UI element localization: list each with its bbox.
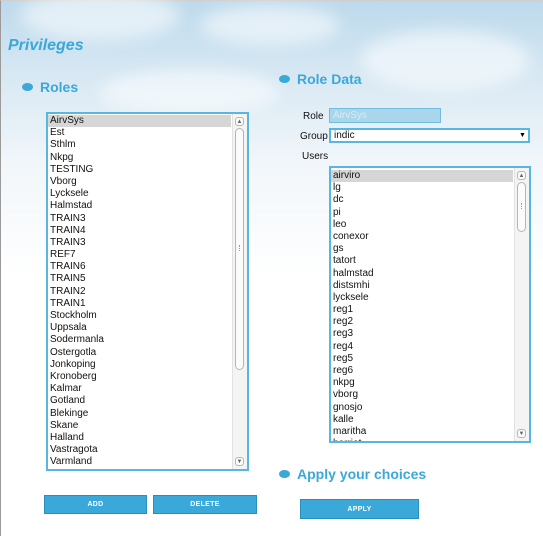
role-list-item[interactable]: TRAIN2 xyxy=(48,286,231,298)
users-scrollbar[interactable]: ▲ ▼ xyxy=(514,168,529,441)
role-list-item[interactable]: Skane xyxy=(48,420,231,432)
role-list-item[interactable]: TRAIN1 xyxy=(48,298,231,310)
user-list-item[interactable]: maritha xyxy=(331,426,513,438)
scroll-up-arrow-icon[interactable]: ▲ xyxy=(235,117,244,126)
role-list-item[interactable]: Vastragota xyxy=(48,444,231,456)
grip-icon xyxy=(239,245,241,251)
dropdown-arrow-icon[interactable]: ▼ xyxy=(518,131,527,140)
users-list: airviro lg dc pi leo conexor gs tatort halmstad d… xyxy=(331,170,513,441)
role-list-item[interactable]: Gotland xyxy=(48,395,231,407)
bullet-icon xyxy=(279,470,290,478)
user-list-item[interactable]: harriet xyxy=(331,438,513,441)
user-list-item[interactable]: reg1 xyxy=(331,304,513,316)
user-list-item[interactable]: pi xyxy=(331,207,513,219)
user-list-item[interactable]: reg2 xyxy=(331,316,513,328)
role-list-item[interactable]: TRAIN6 xyxy=(48,261,231,273)
role-list-item[interactable]: Uppsala xyxy=(48,322,231,334)
role-list-item[interactable]: TRAIN3 xyxy=(48,213,231,225)
role-list-item[interactable]: Vborg xyxy=(48,176,231,188)
user-list-item[interactable]: lg xyxy=(331,182,513,194)
scroll-down-arrow-icon[interactable]: ▼ xyxy=(517,429,526,438)
apply-heading: Apply your choices xyxy=(279,466,426,482)
role-list-item[interactable]: TRAIN4 xyxy=(48,225,231,237)
role-list-item[interactable]: Halland xyxy=(48,432,231,444)
bullet-icon xyxy=(279,75,290,83)
role-list-item[interactable]: Varmland xyxy=(48,456,231,468)
roles-list: AirvSys Est Sthlm Nkpg TESTING Vborg Lycksele H… xyxy=(48,115,231,469)
role-field[interactable]: AirvSys xyxy=(329,108,441,123)
role-list-item[interactable]: Sthlm xyxy=(48,139,231,151)
background-cloud xyxy=(200,5,340,45)
role-list-item[interactable]: Kalmar xyxy=(48,383,231,395)
user-list-item[interactable]: airviro xyxy=(331,170,513,183)
role-list-item[interactable]: Lycksele xyxy=(48,188,231,200)
role-list-item[interactable]: Jonkoping xyxy=(48,359,231,371)
add-button[interactable]: ADD xyxy=(44,495,147,514)
bullet-icon xyxy=(22,83,33,91)
group-select-value: indic xyxy=(334,130,355,141)
user-list-item[interactable]: dc xyxy=(331,194,513,206)
apply-button[interactable]: APPLY xyxy=(300,499,419,519)
background-cloud xyxy=(360,30,530,90)
delete-button[interactable]: DELETE xyxy=(153,495,257,514)
role-list-item[interactable]: TRAIN3 xyxy=(48,237,231,249)
user-list-item[interactable]: reg6 xyxy=(331,365,513,377)
role-list-item[interactable]: REF7 xyxy=(48,249,231,261)
role-list-item[interactable]: TESTING xyxy=(48,164,231,176)
background-cloud xyxy=(100,70,280,115)
user-list-item[interactable]: reg3 xyxy=(331,328,513,340)
user-list-item[interactable]: conexor xyxy=(331,231,513,243)
user-list-item[interactable]: nkpg xyxy=(331,377,513,389)
role-list-item[interactable]: AirvSys xyxy=(48,115,231,128)
apply-heading-label: Apply your choices xyxy=(297,466,427,482)
role-list-item[interactable]: Nkpg xyxy=(48,152,231,164)
user-list-item[interactable]: lycksele xyxy=(331,292,513,304)
user-list-item[interactable]: vborg xyxy=(331,389,513,401)
user-list-item[interactable]: reg5 xyxy=(331,353,513,365)
user-list-item[interactable]: halmstad xyxy=(331,268,513,280)
group-select[interactable]: indic ▼ xyxy=(329,128,530,143)
user-list-item[interactable]: gs xyxy=(331,243,513,255)
user-list-item[interactable]: distsmhi xyxy=(331,280,513,292)
roles-heading: Roles xyxy=(22,79,78,95)
role-data-heading-label: Role Data xyxy=(297,71,362,87)
users-label: Users xyxy=(302,151,329,162)
scroll-up-arrow-icon[interactable]: ▲ xyxy=(517,171,526,180)
role-list-item[interactable]: Kronoberg xyxy=(48,371,231,383)
scroll-down-arrow-icon[interactable]: ▼ xyxy=(235,457,244,466)
roles-listbox[interactable]: AirvSys Est Sthlm Nkpg TESTING Vborg Lycksele H… xyxy=(46,112,249,471)
page-title: Privileges xyxy=(8,37,84,54)
users-scrollbar-thumb[interactable] xyxy=(517,182,526,232)
role-list-item[interactable]: Est xyxy=(48,127,231,139)
role-list-item[interactable]: Sodermanla xyxy=(48,334,231,346)
role-list-item[interactable]: Blekinge xyxy=(48,408,231,420)
role-data-heading: Role Data xyxy=(279,71,362,87)
role-list-item[interactable]: Halmstad xyxy=(48,200,231,212)
role-list-item[interactable]: TRAIN5 xyxy=(48,273,231,285)
roles-scrollbar-thumb[interactable] xyxy=(235,128,244,370)
role-list-item[interactable]: Stockholm xyxy=(48,310,231,322)
roles-heading-label: Roles xyxy=(40,79,79,95)
role-list-item[interactable]: Ostergotla xyxy=(48,347,231,359)
user-list-item[interactable]: leo xyxy=(331,219,513,231)
users-listbox[interactable]: airviro lg dc pi leo conexor gs tatort halmstad d… xyxy=(329,166,531,443)
roles-scrollbar[interactable]: ▲ ▼ xyxy=(232,114,247,469)
role-label: Role xyxy=(303,111,324,122)
grip-icon xyxy=(521,203,523,209)
user-list-item[interactable]: kalle xyxy=(331,414,513,426)
user-list-item[interactable]: gnosjo xyxy=(331,402,513,414)
user-list-item[interactable]: reg4 xyxy=(331,341,513,353)
group-label: Group xyxy=(300,131,328,142)
user-list-item[interactable]: tatort xyxy=(331,255,513,267)
